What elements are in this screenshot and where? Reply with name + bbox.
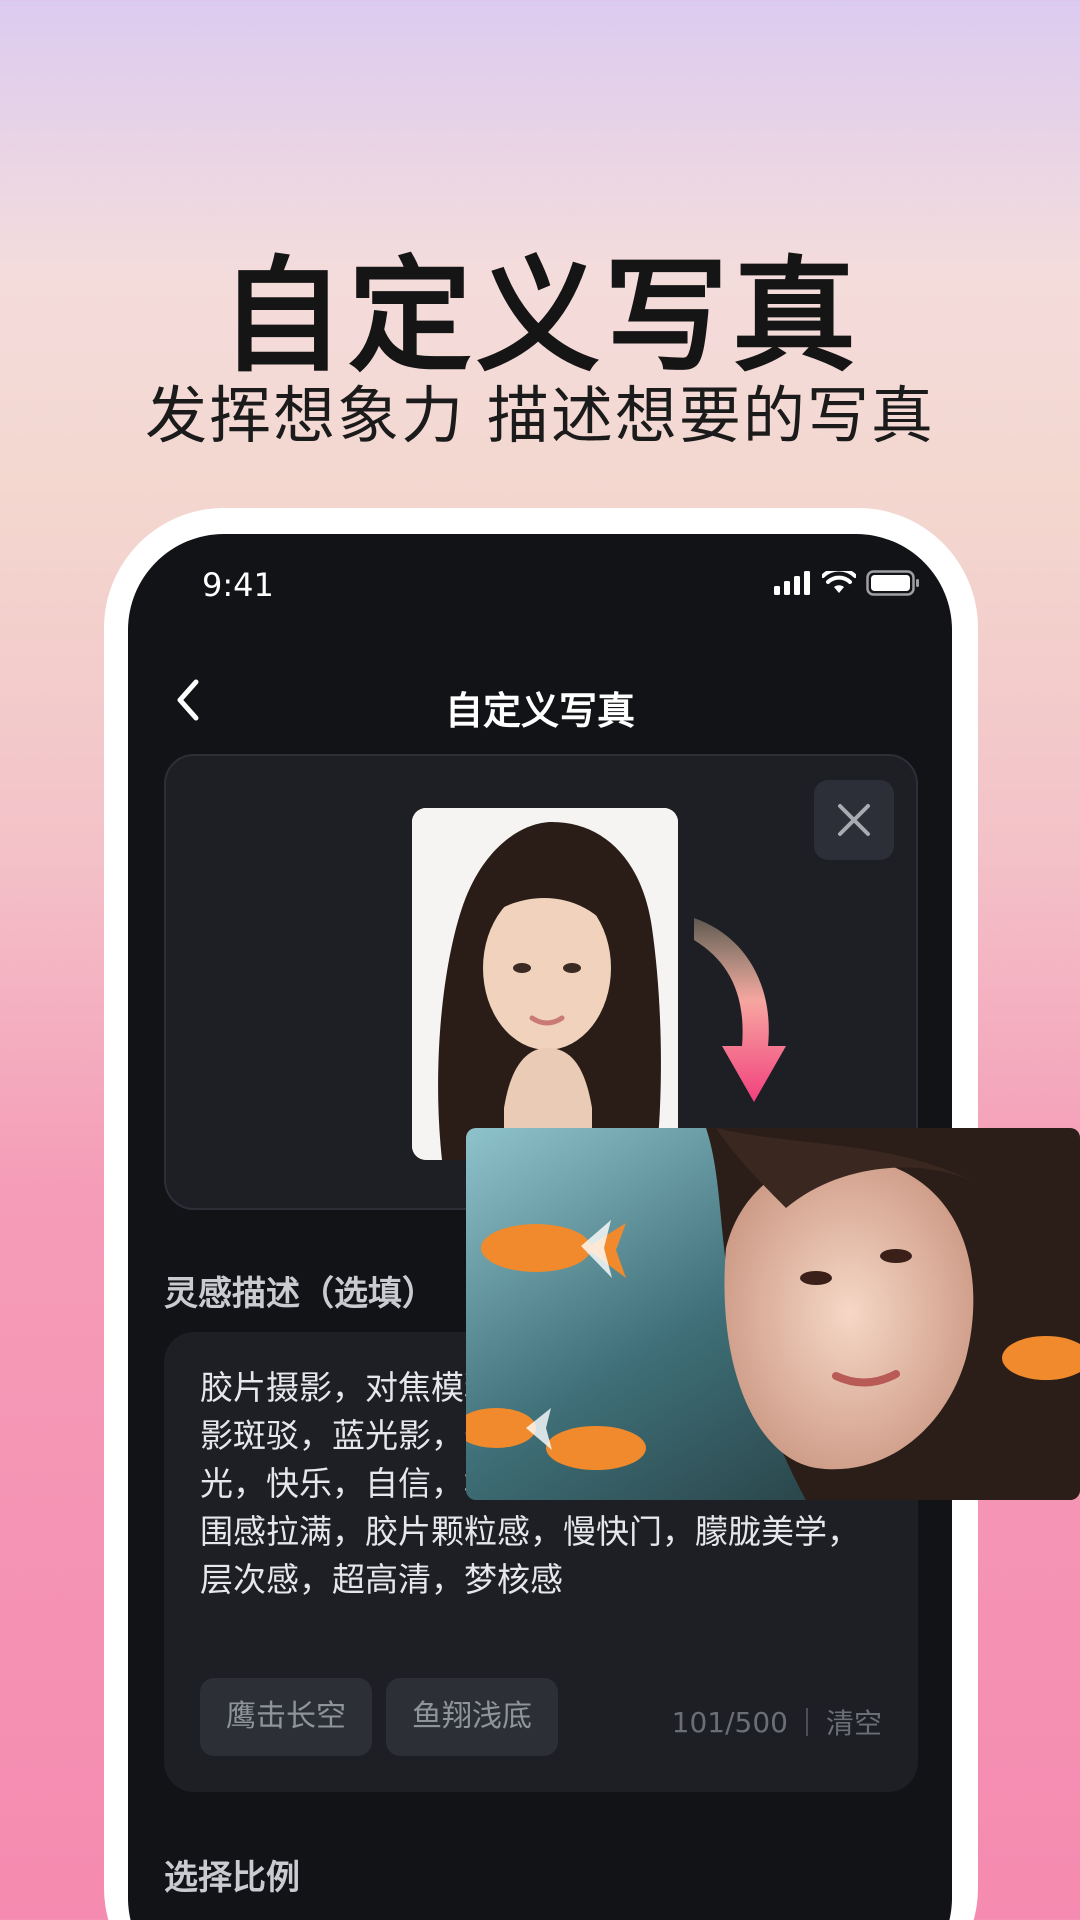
chip-1[interactable]: 鱼翔浅底 xyxy=(386,1678,558,1756)
status-icons xyxy=(774,570,920,596)
result-photo xyxy=(466,1128,1080,1500)
curved-arrow-icon xyxy=(694,918,786,1102)
char-counter: 101/500 xyxy=(671,1705,788,1739)
chip-0[interactable]: 鹰击长空 xyxy=(200,1678,372,1756)
status-bar: 9:41 xyxy=(128,534,952,644)
nav-title: 自定义写真 xyxy=(444,689,635,733)
battery-icon xyxy=(866,570,919,596)
description-label: 灵感描述（选填） xyxy=(164,1274,436,1314)
ratio-label: 选择比例 xyxy=(164,1858,300,1898)
promo-subline: 发挥想象力 描述想要的写真 xyxy=(145,379,935,452)
counter-area: 101/500 清空 xyxy=(672,1702,882,1742)
close-button[interactable] xyxy=(814,780,894,860)
status-time: 9:41 xyxy=(202,566,274,604)
uploaded-portrait xyxy=(412,808,678,1160)
nav-bar: 自定义写真 xyxy=(128,644,952,754)
clear-button[interactable]: 清空 xyxy=(826,1702,882,1742)
close-icon xyxy=(838,804,870,836)
wifi-icon xyxy=(822,571,856,593)
counter-divider xyxy=(805,1708,808,1736)
signal-icon xyxy=(774,571,810,595)
